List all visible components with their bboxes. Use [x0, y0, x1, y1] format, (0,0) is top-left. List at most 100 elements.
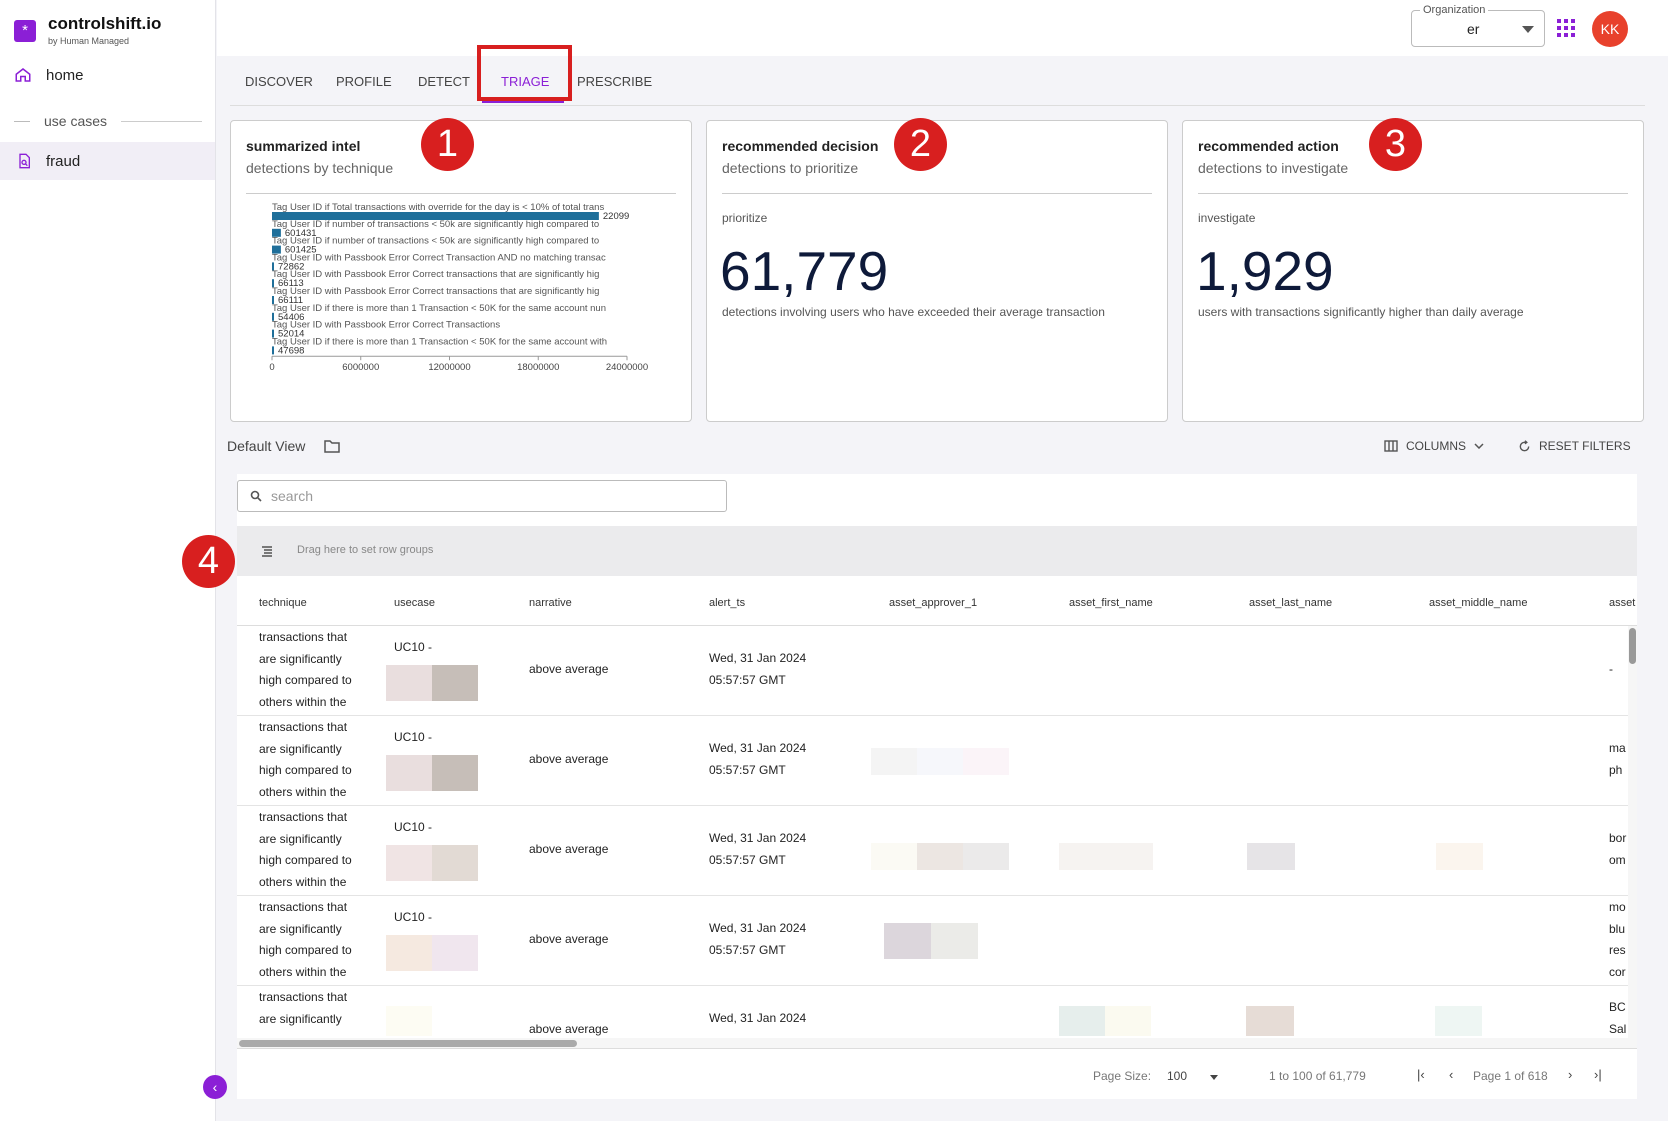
card-title: recommended action [1198, 138, 1339, 154]
columns-icon [1384, 440, 1398, 452]
column-header-usecase[interactable]: usecase [394, 597, 435, 609]
tab-bar: DISCOVER PROFILE DETECT TRIAGE PRESCRIBE [230, 68, 1645, 106]
table-row[interactable]: transactions that are significantly above… [237, 986, 1637, 1038]
narrative-cell: above average [529, 662, 609, 676]
annotation-highlight-box [477, 45, 572, 101]
column-header-asset-middle-name[interactable]: asset_middle_name [1429, 597, 1527, 609]
tab-prescribe[interactable]: PRESCRIBE [577, 74, 652, 89]
chart-bar[interactable] [272, 346, 274, 355]
narrative-cell: above average [529, 932, 609, 946]
chart-category-label: Tag User ID with Passbook Error Correct … [272, 269, 599, 280]
card-subtitle: detections to prioritize [722, 160, 859, 176]
grid-header: technique usecase narrative alert_ts ass… [237, 576, 1637, 626]
document-search-icon [19, 153, 30, 169]
usecase-cell: UC10 - [394, 910, 433, 924]
organization-select[interactable]: Organization er [1411, 4, 1545, 47]
card-label: prioritize [722, 211, 768, 225]
page-range: 1 to 100 of 61,779 [1269, 1069, 1366, 1083]
usecase-cell: UC10 - [394, 820, 433, 834]
column-header-technique[interactable]: technique [259, 597, 307, 609]
first-page-button[interactable]: |‹ [1417, 1067, 1425, 1082]
tab-profile[interactable]: PROFILE [336, 74, 392, 89]
card-recommended-action: recommended action detections to investi… [1182, 120, 1644, 422]
row-group-icon [262, 546, 272, 557]
sidebar-item-label: fraud [46, 152, 81, 170]
chart-tick-label: 12000000 [428, 362, 470, 373]
reset-filters-button[interactable]: RESET FILTERS [1518, 439, 1631, 453]
usecase-cell: UC10 - [394, 640, 433, 654]
chart-value-label: 47698 [278, 345, 304, 356]
search-field[interactable] [237, 480, 727, 512]
avatar[interactable]: KK [1592, 11, 1628, 47]
apps-grid-icon[interactable] [1557, 19, 1575, 37]
active-tab-indicator [482, 101, 564, 103]
sidebar-collapse-button[interactable]: ‹ [203, 1075, 227, 1099]
nav-home[interactable]: home [14, 66, 84, 84]
chart-category-label: Tag User ID if number of transactions < … [272, 236, 599, 247]
chart-tick-label: 0 [269, 362, 274, 373]
brand-name: controlshift.io [48, 14, 162, 33]
column-header-asset-last-name[interactable]: asset_last_name [1249, 597, 1332, 609]
card-description: users with transactions significantly hi… [1198, 305, 1524, 319]
chart-category-label: Tag User ID with Passbook Error Correct … [272, 286, 599, 297]
chart-category-label: Tag User ID with Passbook Error Correct … [272, 252, 606, 263]
annotation-badge-1: 1 [421, 118, 474, 171]
search-input[interactable] [271, 486, 711, 506]
horizontal-scrollbar[interactable] [237, 1038, 1637, 1048]
table-row[interactable]: transactions that are significantly high c… [237, 806, 1637, 896]
table-row[interactable]: transactions that are significantly high c… [237, 626, 1637, 716]
view-name[interactable]: Default View [227, 438, 305, 454]
vertical-scrollbar[interactable] [1628, 626, 1637, 1038]
chart-value-label: 22099 [603, 211, 629, 222]
next-page-button[interactable]: › [1568, 1067, 1572, 1082]
narrative-cell: above average [529, 1022, 609, 1036]
column-header-asset-approver-1[interactable]: asset_approver_1 [889, 597, 977, 609]
caret-down-icon [1522, 26, 1534, 33]
columns-button[interactable]: COLUMNS [1384, 439, 1484, 453]
card-label: investigate [1198, 211, 1256, 225]
nav-section-label: use cases [44, 113, 108, 129]
organization-value: er [1467, 21, 1480, 37]
annotation-badge-3: 3 [1369, 118, 1422, 171]
chevron-down-icon [1474, 443, 1484, 449]
reset-filters-label: RESET FILTERS [1539, 439, 1631, 453]
chart-tick-label: 18000000 [517, 362, 559, 373]
page-size-label: Page Size: [1093, 1069, 1152, 1083]
last-page-button[interactable]: ›| [1594, 1067, 1602, 1082]
detections-bar-chart: Tag User ID if Total transactions with o… [249, 202, 679, 413]
annotation-badge-4: 4 [182, 535, 235, 588]
narrative-cell: above average [529, 752, 609, 766]
card-subtitle: detections by technique [246, 160, 394, 176]
brand[interactable]: * controlshift.io by Human Managed [14, 14, 161, 46]
tab-discover[interactable]: DISCOVER [245, 74, 313, 89]
folder-icon[interactable] [324, 439, 340, 453]
page-info: Page 1 of 618 [1473, 1069, 1548, 1083]
column-header-narrative[interactable]: narrative [529, 597, 572, 609]
chart-category-label: Tag User ID if there is more than 1 Tran… [272, 336, 607, 347]
annotation-badge-2: 2 [894, 118, 947, 171]
page-size-select[interactable]: 100 [1167, 1069, 1187, 1083]
table-row[interactable]: transactions that are significantly high c… [237, 896, 1637, 986]
grid-body: transactions that are significantly high c… [237, 626, 1637, 1038]
narrative-cell: above average [529, 842, 609, 856]
brand-logo-icon: * [14, 20, 36, 42]
row-group-drop-zone[interactable]: Drag here to set row groups [237, 526, 1637, 576]
nav-home-label: home [46, 66, 84, 84]
nav-section-use-cases: use cases [14, 113, 202, 129]
chart-category-label: Tag User ID if Total transactions with o… [272, 203, 604, 213]
column-header-asset-first-name[interactable]: asset_first_name [1069, 597, 1153, 609]
tab-detect[interactable]: DETECT [418, 74, 470, 89]
chart-tick-label: 6000000 [342, 362, 379, 373]
usecase-cell: UC10 - [394, 730, 433, 744]
columns-label: COLUMNS [1406, 439, 1467, 453]
previous-page-button[interactable]: ‹ [1449, 1067, 1453, 1082]
caret-down-icon [1210, 1075, 1218, 1080]
sidebar-item-fraud[interactable]: fraud [0, 142, 215, 180]
card-value: 61,779 [720, 240, 889, 302]
pagination-bar: Page Size: 100 1 to 100 of 61,779 |‹ ‹ P… [237, 1048, 1637, 1099]
table-row[interactable]: transactions that are significantly high c… [237, 716, 1637, 806]
card-title: summarized intel [246, 138, 361, 154]
column-header-asset[interactable]: asset [1609, 597, 1635, 609]
column-header-alert-ts[interactable]: alert_ts [709, 597, 745, 609]
card-subtitle: detections to investigate [1198, 160, 1349, 176]
